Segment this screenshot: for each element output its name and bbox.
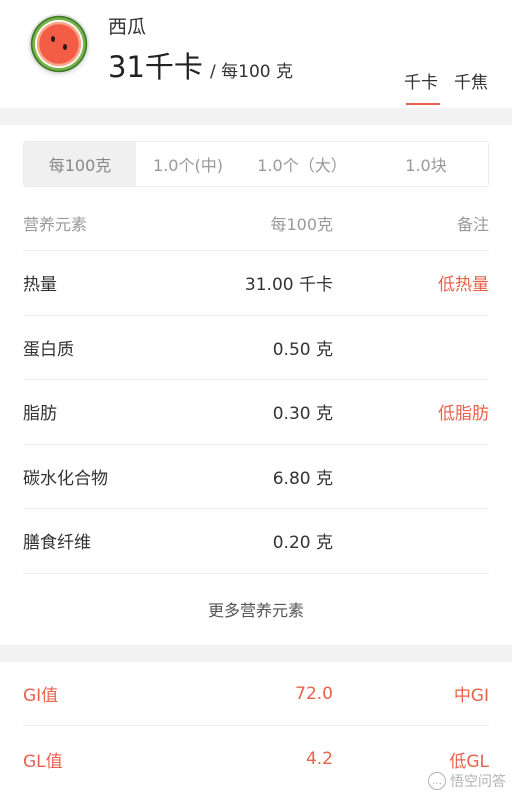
gi-value: 72.0 xyxy=(295,683,333,704)
nutrient-note: 低热量 xyxy=(438,275,489,296)
nutrient-value: 0.30 克 xyxy=(272,404,333,425)
nutrient-name: 热量 xyxy=(23,275,57,296)
table-row: 热量 31.00 千卡 低热量 xyxy=(23,251,489,316)
table-row: GI值 72.0 中GI xyxy=(23,662,489,726)
watermark-text: 悟空问答 xyxy=(450,774,506,790)
column-header-name: 营养元素 xyxy=(23,214,88,234)
nutrient-name: 蛋白质 xyxy=(23,339,74,360)
portion-tabs: 每100克 1.0个(中) 1.0个（大） 1.0块 xyxy=(23,141,489,187)
table-row: 膳食纤维 0.20 克 xyxy=(23,509,489,574)
tab-one-large[interactable]: 1.0个（大） xyxy=(240,142,364,186)
chat-bubble-icon: … xyxy=(428,772,446,790)
nutrient-name: 脂肪 xyxy=(23,404,57,425)
table-header-row: 营养元素 每100克 备注 xyxy=(23,195,489,251)
tab-one-piece[interactable]: 1.0块 xyxy=(364,142,488,186)
table-row: 脂肪 0.30 克 低脂肪 xyxy=(23,380,489,445)
nutrient-value: 6.80 克 xyxy=(272,468,333,489)
tab-per-100g[interactable]: 每100克 xyxy=(24,142,136,186)
nutrient-value: 0.20 克 xyxy=(272,533,333,554)
watermelon-icon xyxy=(29,14,89,74)
glycemic-card: GI值 72.0 中GI GL值 4.2 低GL … 悟空问答 xyxy=(0,662,512,796)
calorie-value: 31千卡 xyxy=(108,50,203,84)
gi-label: GI值 xyxy=(23,686,59,706)
tab-one-medium[interactable]: 1.0个(中) xyxy=(136,142,240,186)
column-header-note: 备注 xyxy=(456,214,489,234)
nutrition-card: 每100克 1.0个(中) 1.0个（大） 1.0块 营养元素 每100克 备注… xyxy=(0,125,512,645)
gl-value: 4.2 xyxy=(305,749,333,769)
column-header-value: 每100克 xyxy=(270,214,333,234)
gi-note: 中GI xyxy=(453,686,489,706)
nutrition-table: 营养元素 每100克 备注 热量 31.00 千卡 低热量 蛋白质 0.50 克… xyxy=(23,195,489,574)
table-row: 蛋白质 0.50 克 xyxy=(23,316,489,380)
watermark: … 悟空问答 xyxy=(428,770,506,792)
calorie-unit: / 每100 克 xyxy=(210,62,293,82)
nutrient-note: 低脂肪 xyxy=(438,404,489,425)
unit-toggle-kj[interactable]: 千焦 xyxy=(454,68,488,93)
calorie-summary: 31千卡 / 每100 克 xyxy=(108,44,293,86)
more-nutrients-button[interactable]: 更多营养元素 xyxy=(0,581,512,637)
nutrient-name: 碳水化合物 xyxy=(23,468,108,489)
nutrient-value: 31.00 千卡 xyxy=(244,275,333,296)
table-row: 碳水化合物 6.80 克 xyxy=(23,445,489,509)
food-header: 西瓜 31千卡 / 每100 克 千卡 千焦 xyxy=(0,0,512,108)
active-unit-indicator xyxy=(406,103,440,105)
gl-label: GL值 xyxy=(23,751,63,772)
nutrient-value: 0.50 克 xyxy=(272,339,333,360)
unit-toggle-kcal[interactable]: 千卡 xyxy=(404,68,438,93)
table-row: GL值 4.2 低GL xyxy=(23,727,489,791)
food-name: 西瓜 xyxy=(108,16,147,38)
nutrient-name: 膳食纤维 xyxy=(23,533,91,554)
